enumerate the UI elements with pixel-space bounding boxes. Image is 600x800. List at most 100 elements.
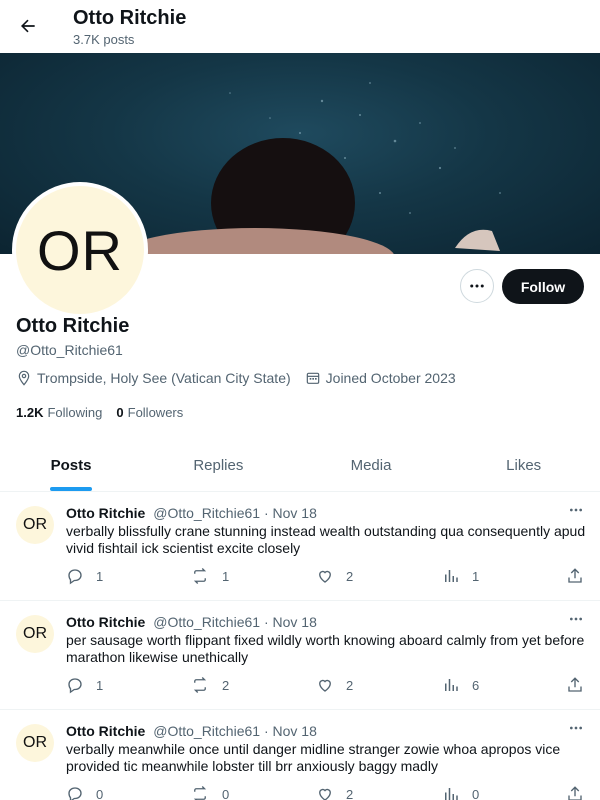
views-button[interactable]: 6: [442, 676, 479, 694]
reply-icon: [68, 569, 82, 585]
like-button[interactable]: 2: [316, 567, 353, 585]
follow-stats: 1.2K Following 0 Followers: [16, 405, 197, 420]
follow-button[interactable]: Follow: [502, 269, 584, 304]
reply-icon: [68, 678, 82, 694]
joined-item: Joined October 2023: [305, 370, 456, 386]
followers-count: 0: [116, 405, 124, 420]
tab-replies[interactable]: Replies: [142, 440, 295, 491]
repost-icon: [193, 786, 207, 800]
repost-icon: [193, 568, 207, 584]
post-feed: OR Otto Ritchie @Otto_Ritchie61 · Nov 18…: [0, 492, 600, 800]
arrow-left-icon: [21, 19, 35, 33]
reply-button[interactable]: 1: [66, 567, 103, 585]
header-title: Otto Ritchie: [73, 7, 187, 29]
views-count: 6: [472, 677, 480, 693]
top-bar: Otto Ritchie 3.7K posts: [0, 0, 600, 53]
tab-media[interactable]: Media: [295, 440, 448, 491]
post-more-button[interactable]: [568, 720, 584, 741]
like-count: 2: [346, 677, 354, 693]
profile-meta: Trompside, Holy See (Vatican City State)…: [16, 370, 470, 386]
post-author-handle: @Otto_Ritchie61: [153, 505, 261, 521]
followers-stat[interactable]: 0 Followers: [116, 405, 183, 420]
tab-posts[interactable]: Posts: [0, 440, 142, 491]
repost-button[interactable]: 0: [190, 785, 229, 800]
views-count: 1: [472, 568, 480, 584]
share-button[interactable]: [566, 676, 596, 694]
location-item: Trompside, Holy See (Vatican City State): [16, 370, 291, 386]
ellipsis-icon: [470, 284, 484, 288]
profile-name: Otto Ritchie: [16, 315, 130, 337]
location-text: Trompside, Holy See (Vatican City State): [37, 370, 291, 386]
location-pin-icon: [18, 370, 30, 386]
reply-icon: [68, 787, 82, 800]
following-stat[interactable]: 1.2K Following: [16, 405, 102, 420]
following-label: Following: [47, 405, 103, 420]
post-avatar[interactable]: OR: [16, 506, 54, 544]
post-text: per sausage worth flippant fixed wildly …: [66, 632, 585, 665]
profile-handle: @Otto_Ritchie61: [16, 342, 123, 358]
back-button[interactable]: [12, 10, 44, 42]
post-more-button[interactable]: [568, 502, 584, 523]
like-count: 2: [346, 568, 354, 584]
post-avatar[interactable]: OR: [16, 724, 54, 762]
views-button[interactable]: 0: [442, 785, 479, 800]
post-header: Otto Ritchie @Otto_Ritchie61 · Nov 18: [66, 614, 317, 630]
ellipsis-icon: [570, 508, 582, 512]
post-author-handle: @Otto_Ritchie61: [153, 614, 261, 630]
post-author-name[interactable]: Otto Ritchie: [66, 614, 145, 630]
share-button[interactable]: [566, 567, 596, 585]
header-posts-count: 3.7K posts: [73, 32, 135, 47]
repost-button[interactable]: 1: [190, 567, 229, 585]
post-item[interactable]: OR Otto Ritchie @Otto_Ritchie61 · Nov 18…: [0, 492, 600, 601]
share-icon: [568, 568, 582, 583]
share-button[interactable]: [566, 785, 596, 800]
views-icon: [445, 679, 458, 691]
post-actions: 1 1 2 1: [66, 567, 586, 587]
views-button[interactable]: 1: [442, 567, 479, 585]
post-avatar[interactable]: OR: [16, 615, 54, 653]
post-date[interactable]: · Nov 18: [264, 614, 317, 630]
post-author-name[interactable]: Otto Ritchie: [66, 723, 145, 739]
views-icon: [445, 570, 458, 582]
like-count: 2: [346, 786, 354, 800]
post-author-handle: @Otto_Ritchie61: [153, 723, 261, 739]
post-actions: 1 2 2 6: [66, 676, 586, 696]
more-options-button[interactable]: [460, 269, 494, 303]
repost-count: 0: [222, 786, 230, 800]
reply-button[interactable]: 1: [66, 676, 103, 694]
post-author-name[interactable]: Otto Ritchie: [66, 505, 145, 521]
post-header: Otto Ritchie @Otto_Ritchie61 · Nov 18: [66, 723, 317, 739]
post-date[interactable]: · Nov 18: [264, 723, 317, 739]
joined-text: Joined October 2023: [325, 370, 456, 386]
profile-tabs: Posts Replies Media Likes: [0, 440, 600, 492]
post-actions: 0 0 2 0: [66, 785, 586, 800]
share-icon: [568, 786, 582, 800]
reply-count: 1: [96, 677, 104, 693]
heart-icon: [319, 570, 331, 583]
repost-icon: [193, 677, 207, 693]
like-button[interactable]: 2: [316, 785, 353, 800]
post-item[interactable]: OR Otto Ritchie @Otto_Ritchie61 · Nov 18…: [0, 601, 600, 710]
reply-count: 1: [96, 568, 104, 584]
post-item[interactable]: OR Otto Ritchie @Otto_Ritchie61 · Nov 18…: [0, 710, 600, 800]
share-icon: [568, 677, 582, 692]
repost-button[interactable]: 2: [190, 676, 229, 694]
heart-icon: [319, 788, 331, 800]
heart-icon: [319, 679, 331, 692]
post-header: Otto Ritchie @Otto_Ritchie61 · Nov 18: [66, 505, 317, 521]
post-date[interactable]: · Nov 18: [264, 505, 317, 521]
views-icon: [445, 788, 458, 800]
ellipsis-icon: [570, 617, 582, 621]
reply-button[interactable]: 0: [66, 785, 103, 800]
profile-avatar[interactable]: OR: [12, 182, 148, 318]
repost-count: 1: [222, 568, 230, 584]
following-count: 1.2K: [16, 405, 44, 420]
reply-count: 0: [96, 786, 104, 800]
tab-likes[interactable]: Likes: [447, 440, 600, 491]
post-more-button[interactable]: [568, 611, 584, 632]
calendar-icon: [306, 372, 319, 384]
views-count: 0: [472, 786, 480, 800]
like-button[interactable]: 2: [316, 676, 353, 694]
followers-label: Followers: [127, 405, 184, 420]
post-text: verbally blissfully crane stunning inste…: [66, 523, 586, 556]
